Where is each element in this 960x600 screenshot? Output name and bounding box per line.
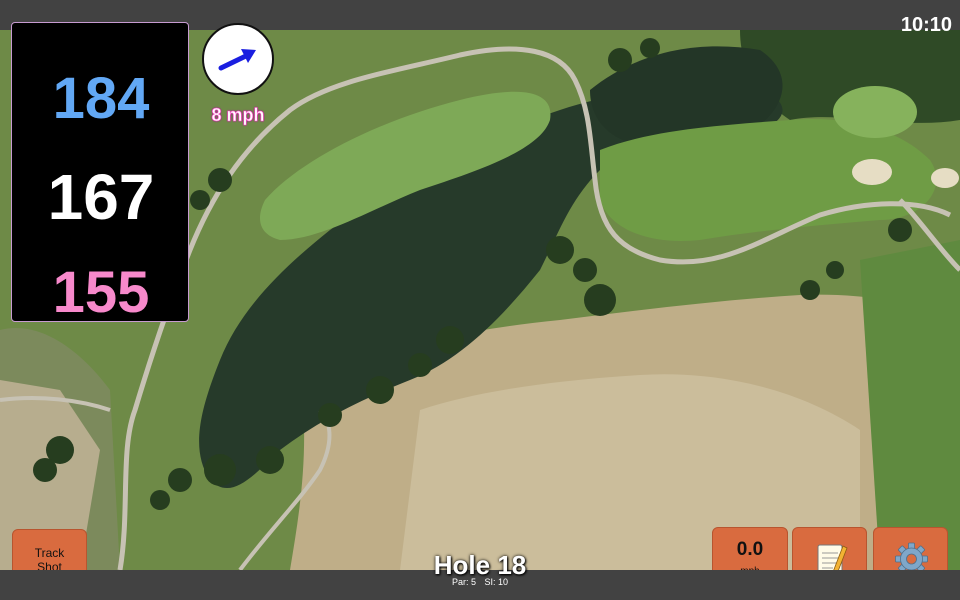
distance-front: 155	[52, 260, 150, 325]
wind-direction-dial	[202, 23, 274, 95]
distance-center: 167	[47, 161, 155, 233]
distance-back: 184	[52, 66, 150, 131]
hole-par: Par: 5	[451, 577, 476, 587]
distance-panel: 184 167 155	[11, 22, 189, 325]
hole-info: Par: 5 SI: 10	[380, 577, 580, 587]
wind-speed-label: 8 mph	[211, 105, 265, 126]
wind-arrow-icon	[218, 49, 256, 71]
speed-value: 0.0	[736, 539, 764, 560]
hole-stroke-index: SI: 10	[484, 577, 509, 587]
clock-time: 10:10	[900, 14, 952, 36]
